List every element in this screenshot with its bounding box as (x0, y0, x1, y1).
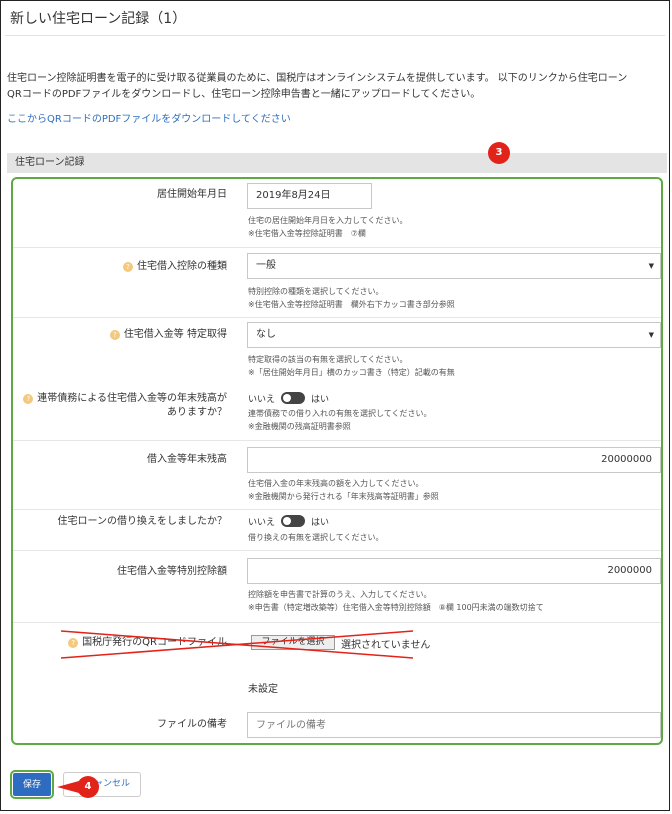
file-note-input[interactable] (247, 712, 661, 738)
page-frame: 新しい住宅ローン記録（1） 住宅ローン控除証明書を電子的に受け取る従業員のために… (0, 0, 670, 811)
save-button[interactable]: 保存 (12, 772, 52, 797)
strike-through-cross (60, 630, 414, 659)
file-note-label: ファイルの備考 (157, 719, 227, 730)
current-file-value: 未設定 (248, 684, 278, 695)
badge-pointer-icon (57, 781, 79, 793)
